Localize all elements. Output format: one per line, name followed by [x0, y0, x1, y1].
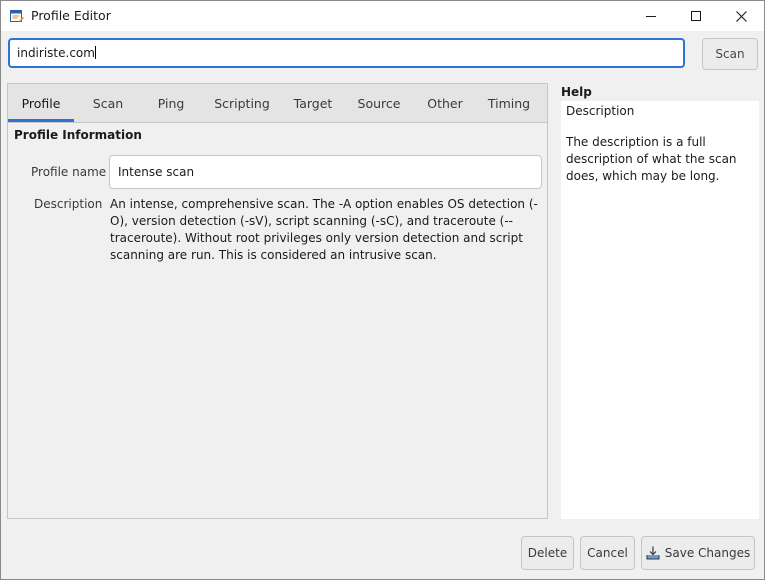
help-title: Help [561, 85, 592, 99]
tab-strip: Profile Scan Ping Scripting Target Sourc… [8, 84, 547, 123]
tab-ping[interactable]: Ping [142, 84, 200, 122]
tab-profile[interactable]: Profile [8, 84, 74, 122]
minimize-button[interactable] [628, 1, 674, 31]
app-icon [10, 9, 24, 23]
window-title: Profile Editor [31, 8, 111, 23]
title-bar: Profile Editor [1, 1, 764, 31]
tab-scripting[interactable]: Scripting [200, 84, 284, 122]
tab-scan[interactable]: Scan [74, 84, 142, 122]
profile-notebook: Profile Scan Ping Scripting Target Sourc… [7, 83, 548, 519]
help-panel: Description The description is a full de… [561, 101, 759, 519]
tab-target[interactable]: Target [284, 84, 342, 122]
target-input-value: indiriste.com [17, 46, 95, 60]
description-field[interactable]: An intense, comprehensive scan. The -A o… [110, 196, 546, 264]
profile-name-label: Profile name [31, 165, 107, 179]
tab-source[interactable]: Source [342, 84, 416, 122]
scan-button[interactable]: Scan [702, 38, 758, 70]
tab-other[interactable]: Other [416, 84, 474, 122]
save-icon [646, 546, 660, 560]
maximize-button[interactable] [673, 1, 719, 31]
help-body: The description is a full description of… [566, 135, 737, 183]
profile-name-field[interactable]: Intense scan [109, 155, 542, 189]
delete-button[interactable]: Delete [521, 536, 574, 570]
close-icon [735, 10, 747, 22]
help-heading: Description [566, 104, 635, 118]
maximize-icon [691, 11, 701, 21]
tab-timing[interactable]: Timing [474, 84, 544, 122]
section-title: Profile Information [14, 128, 142, 142]
save-changes-label: Save Changes [664, 546, 751, 560]
target-input[interactable]: indiriste.com [8, 38, 685, 68]
close-button[interactable] [718, 1, 764, 31]
minimize-icon [646, 16, 656, 17]
save-changes-button[interactable]: Save Changes [641, 536, 755, 570]
profile-editor-window: Profile Editor indiriste.com Scan Profil… [0, 0, 765, 580]
cancel-button[interactable]: Cancel [580, 536, 635, 570]
text-caret [94, 46, 96, 59]
description-label: Description [34, 197, 103, 211]
